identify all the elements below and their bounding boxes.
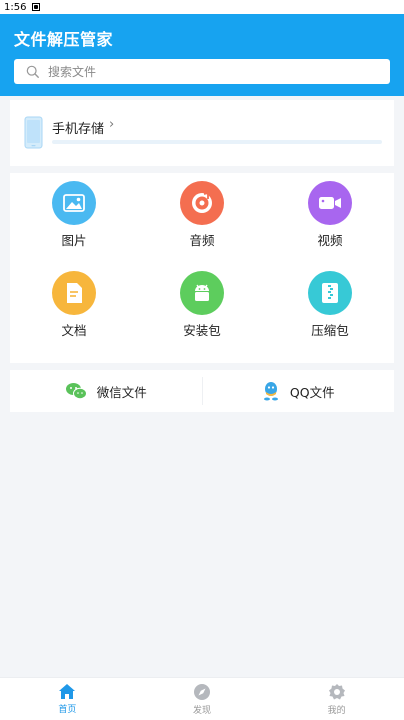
notification-icon: [32, 3, 41, 11]
image-icon: [52, 181, 96, 225]
wechat-files-label: 微信文件: [96, 384, 147, 400]
zip-icon: [308, 271, 352, 315]
bottom-nav: 首页 发现 我的: [0, 677, 404, 720]
qq-files-button[interactable]: QQ文件: [203, 381, 395, 401]
category-label: 压缩包: [311, 323, 349, 338]
category-label: 音频: [189, 233, 215, 248]
gear-icon: [328, 683, 345, 699]
quick-access-row: 微信文件 QQ文件: [10, 370, 394, 412]
audio-icon: [180, 181, 224, 225]
wechat-files-button[interactable]: 微信文件: [10, 382, 202, 401]
tab-profile-label: 我的: [327, 705, 346, 716]
search-icon: [26, 65, 39, 78]
wechat-icon: [65, 383, 87, 400]
category-archives[interactable]: 压缩包: [285, 271, 375, 339]
tab-home-label: 首页: [58, 705, 77, 715]
video-icon: [308, 181, 352, 225]
tab-discover-label: 发现: [193, 705, 212, 716]
phone-icon: [24, 116, 43, 149]
storage-usage-bar: [52, 140, 382, 144]
document-icon: [52, 271, 96, 315]
search-bar[interactable]: [14, 59, 390, 84]
qq-files-label: QQ文件: [289, 384, 335, 400]
search-input[interactable]: [48, 64, 348, 79]
status-bar: 1:56: [0, 0, 404, 14]
tab-profile[interactable]: 我的: [269, 678, 404, 720]
category-apk[interactable]: 安装包: [157, 271, 247, 339]
category-audio[interactable]: 音频: [157, 181, 247, 249]
tab-home[interactable]: 首页: [0, 678, 135, 720]
home-icon: [59, 684, 76, 699]
category-label: 文档: [61, 323, 87, 338]
android-icon: [180, 271, 224, 315]
qq-icon: [263, 382, 278, 401]
app-header: 文件解压管家: [0, 14, 404, 96]
compass-icon: [194, 683, 210, 700]
category-grid: 图片 音频 视频 文档 安装包 压缩包: [10, 173, 394, 363]
tab-discover[interactable]: 发现: [135, 678, 270, 720]
category-label: 安装包: [183, 323, 221, 338]
category-label: 视频: [317, 233, 343, 248]
category-documents[interactable]: 文档: [29, 271, 119, 339]
chevron-right-icon: ›: [109, 117, 115, 132]
category-images[interactable]: 图片: [29, 181, 119, 249]
category-video[interactable]: 视频: [285, 181, 375, 249]
category-label: 图片: [61, 233, 87, 248]
storage-label: 手机存储: [52, 122, 105, 137]
app-title: 文件解压管家: [14, 30, 114, 49]
phone-storage-card[interactable]: 手机存储 ›: [10, 100, 394, 166]
status-time: 1:56: [4, 1, 27, 13]
